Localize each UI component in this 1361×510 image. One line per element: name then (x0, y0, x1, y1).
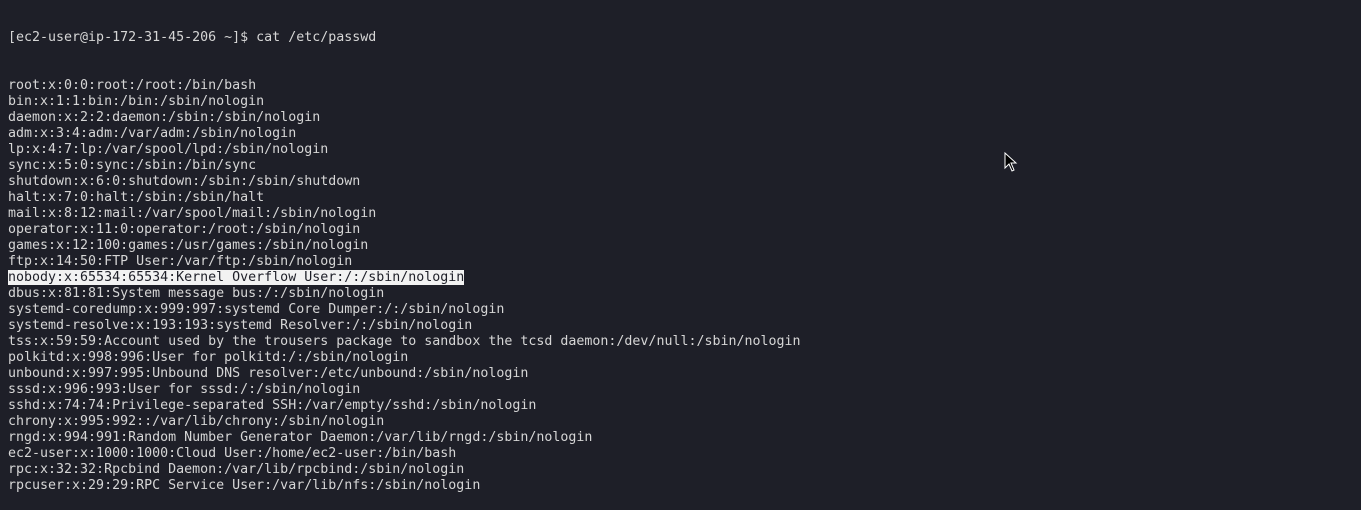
line-text: rpcuser:x:29:29:RPC Service User:/var/li… (8, 478, 481, 493)
passwd-line: adm:x:3:4:adm:/var/adm:/sbin/nologin (8, 126, 801, 142)
mouse-pointer-icon (1004, 152, 1018, 172)
passwd-line: nobody:x:65534:65534:Kernel Overflow Use… (8, 270, 801, 286)
line-text: operator:x:11:0:operator:/root:/sbin/nol… (8, 222, 361, 237)
line-text: dbus:x:81:81:System message bus:/:/sbin/… (8, 286, 385, 301)
passwd-line: lp:x:4:7:lp:/var/spool/lpd:/sbin/nologin (8, 142, 801, 158)
passwd-line: operator:x:11:0:operator:/root:/sbin/nol… (8, 222, 801, 238)
passwd-line: bin:x:1:1:bin:/bin:/sbin/nologin (8, 94, 801, 110)
passwd-line: ec2-user:x:1000:1000:Cloud User:/home/ec… (8, 446, 801, 462)
line-text: root:x:0:0:root:/root:/bin/bash (8, 78, 257, 93)
passwd-line: games:x:12:100:games:/usr/games:/sbin/no… (8, 238, 801, 254)
passwd-line: rpc:x:32:32:Rpcbind Daemon:/var/lib/rpcb… (8, 462, 801, 478)
line-text: sync:x:5:0:sync:/sbin:/bin/sync (8, 158, 257, 173)
passwd-line: systemd-resolve:x:193:193:systemd Resolv… (8, 318, 801, 334)
selected-text: nobody:x:65534:65534:Kernel Overflow Use… (8, 270, 465, 285)
command-prompt: [ec2-user@ip-172-31-45-206 ~]$ cat /etc/… (8, 30, 377, 45)
line-text: systemd-resolve:x:193:193:systemd Resolv… (8, 318, 473, 333)
passwd-line: daemon:x:2:2:daemon:/sbin:/sbin/nologin (8, 110, 801, 126)
passwd-line: chrony:x:995:992::/var/lib/chrony:/sbin/… (8, 414, 801, 430)
passwd-line: sssd:x:996:993:User for sssd:/:/sbin/nol… (8, 382, 801, 398)
line-text: unbound:x:997:995:Unbound DNS resolver:/… (8, 366, 529, 381)
line-text: chrony:x:995:992::/var/lib/chrony:/sbin/… (8, 414, 385, 429)
passwd-line: sshd:x:74:74:Privilege-separated SSH:/va… (8, 398, 801, 414)
terminal-output[interactable]: [ec2-user@ip-172-31-45-206 ~]$ cat /etc/… (8, 0, 801, 510)
line-text: ftp:x:14:50:FTP User:/var/ftp:/sbin/nolo… (8, 254, 353, 269)
line-text: daemon:x:2:2:daemon:/sbin:/sbin/nologin (8, 110, 321, 125)
passwd-line: tss:x:59:59:Account used by the trousers… (8, 334, 801, 350)
passwd-line: unbound:x:997:995:Unbound DNS resolver:/… (8, 366, 801, 382)
line-text: systemd-coredump:x:999:997:systemd Core … (8, 302, 505, 317)
passwd-line: shutdown:x:6:0:shutdown:/sbin:/sbin/shut… (8, 174, 801, 190)
passwd-line: ftp:x:14:50:FTP User:/var/ftp:/sbin/nolo… (8, 254, 801, 270)
line-text: mail:x:8:12:mail:/var/spool/mail:/sbin/n… (8, 206, 377, 221)
line-text: lp:x:4:7:lp:/var/spool/lpd:/sbin/nologin (8, 142, 329, 157)
line-text: rngd:x:994:991:Random Number Generator D… (8, 430, 593, 445)
line-text: ec2-user:x:1000:1000:Cloud User:/home/ec… (8, 446, 457, 461)
line-text: halt:x:7:0:halt:/sbin:/sbin/halt (8, 190, 265, 205)
line-text: games:x:12:100:games:/usr/games:/sbin/no… (8, 238, 369, 253)
line-text: bin:x:1:1:bin:/bin:/sbin/nologin (8, 94, 265, 109)
passwd-line: polkitd:x:998:996:User for polkitd:/:/sb… (8, 350, 801, 366)
line-text: tss:x:59:59:Account used by the trousers… (8, 334, 801, 349)
line-text: rpc:x:32:32:Rpcbind Daemon:/var/lib/rpcb… (8, 462, 465, 477)
line-text: adm:x:3:4:adm:/var/adm:/sbin/nologin (8, 126, 297, 141)
passwd-line: root:x:0:0:root:/root:/bin/bash (8, 78, 801, 94)
line-text: polkitd:x:998:996:User for polkitd:/:/sb… (8, 350, 409, 365)
passwd-line: systemd-coredump:x:999:997:systemd Core … (8, 302, 801, 318)
passwd-line: mail:x:8:12:mail:/var/spool/mail:/sbin/n… (8, 206, 801, 222)
passwd-line: halt:x:7:0:halt:/sbin:/sbin/halt (8, 190, 801, 206)
passwd-line: sync:x:5:0:sync:/sbin:/bin/sync (8, 158, 801, 174)
line-text: shutdown:x:6:0:shutdown:/sbin:/sbin/shut… (8, 174, 361, 189)
line-text: sshd:x:74:74:Privilege-separated SSH:/va… (8, 398, 537, 413)
line-text: sssd:x:996:993:User for sssd:/:/sbin/nol… (8, 382, 361, 397)
passwd-line: rpcuser:x:29:29:RPC Service User:/var/li… (8, 478, 801, 494)
passwd-line: dbus:x:81:81:System message bus:/:/sbin/… (8, 286, 801, 302)
passwd-line: rngd:x:994:991:Random Number Generator D… (8, 430, 801, 446)
